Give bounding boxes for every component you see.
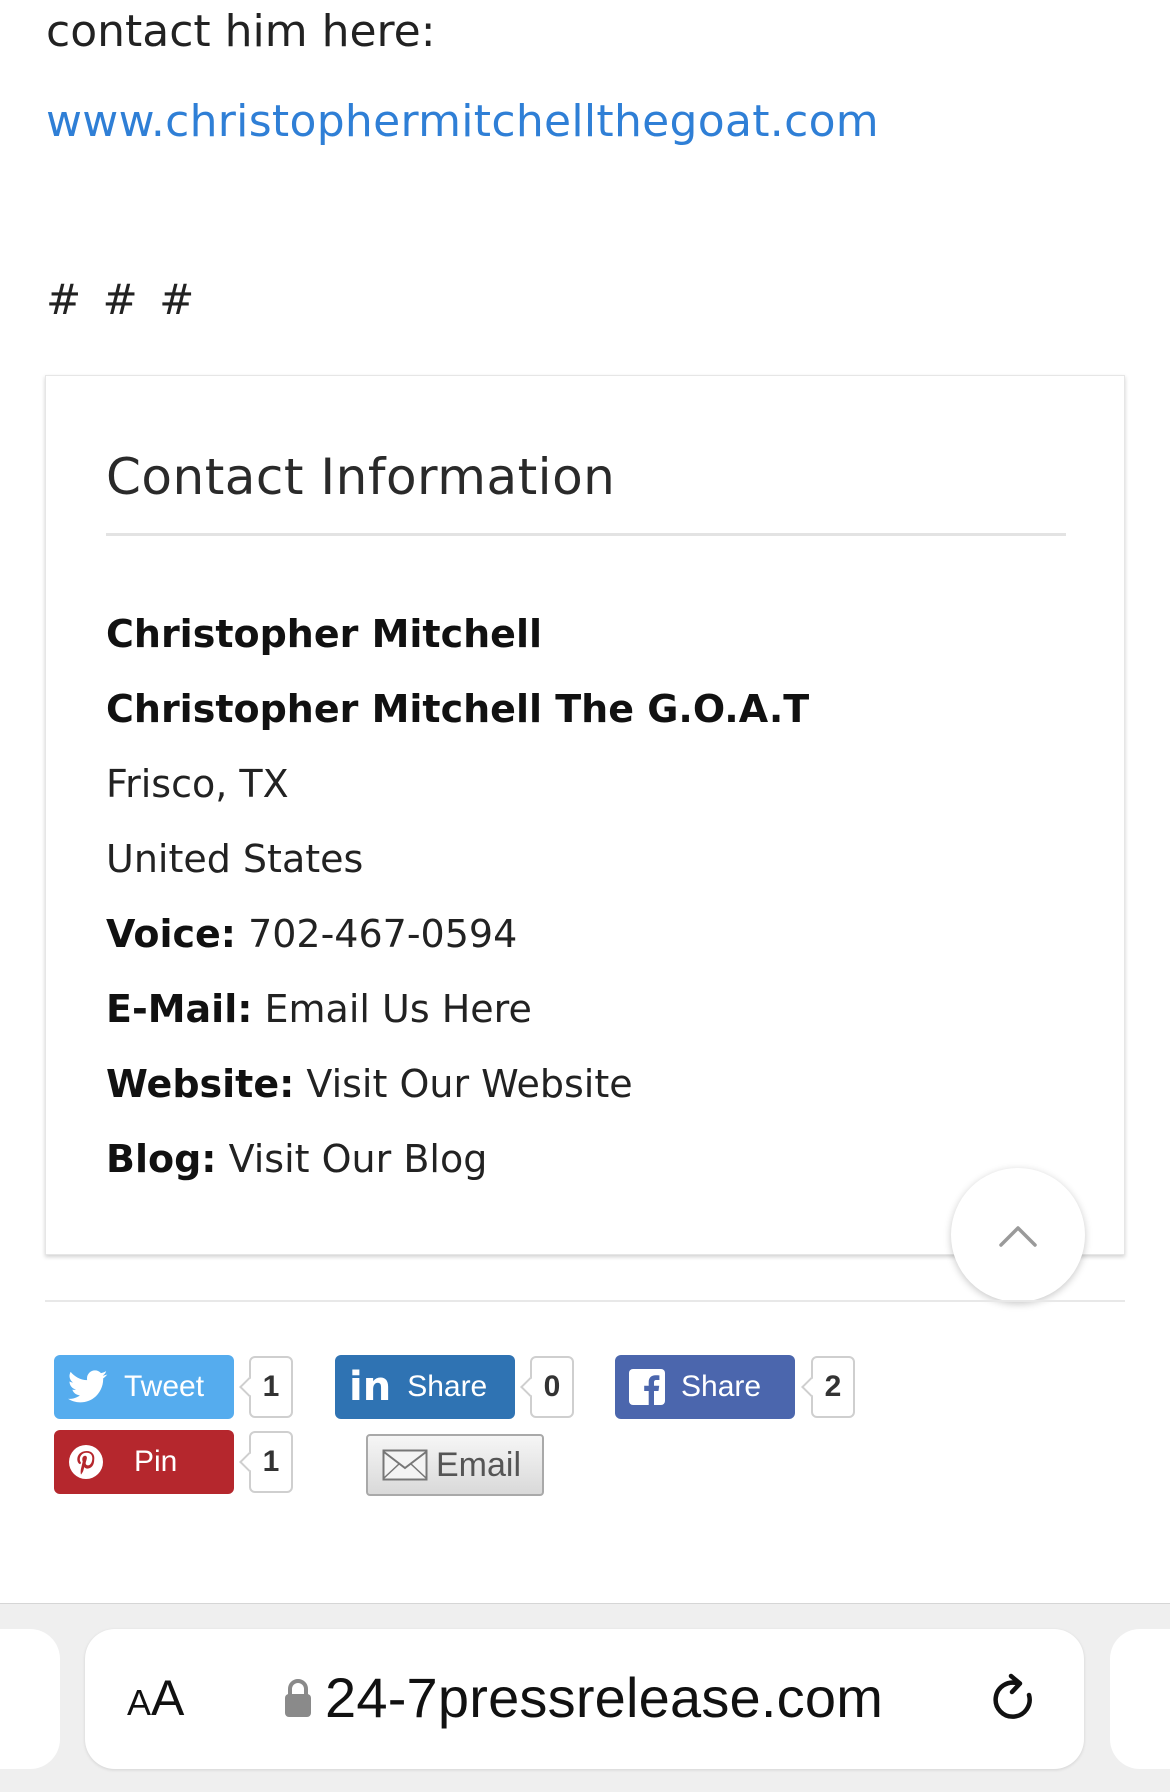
lock-icon <box>285 1678 311 1717</box>
browser-toolbar: AA 24-7pressrelease.com <box>0 1603 1170 1792</box>
linkedin-icon: in <box>349 1364 392 1410</box>
contact-title: Contact Information <box>106 448 616 506</box>
contact-voice: Voice: 702-467-0594 <box>106 909 517 959</box>
text-size-button[interactable]: AA <box>127 1669 184 1727</box>
contact-blog: Blog: Visit Our Blog <box>106 1134 487 1184</box>
twitter-bird-icon <box>68 1370 108 1403</box>
contact-name: Christopher Mitchell <box>106 612 542 656</box>
contact-card: Contact Information Christopher Mitchell… <box>45 375 1125 1255</box>
url-text: 24-7pressrelease.com <box>325 1666 884 1729</box>
email-share-label: Email <box>436 1445 522 1484</box>
email-label: E-Mail: <box>106 987 253 1031</box>
website-label: Website: <box>106 1062 295 1106</box>
share-divider <box>45 1300 1125 1302</box>
url-display[interactable]: 24-7pressrelease.com <box>283 1665 883 1730</box>
linkedin-count: 0 <box>530 1356 574 1418</box>
envelope-icon <box>382 1449 428 1481</box>
pin-label: Pin <box>134 1445 178 1478</box>
tweet-count: 1 <box>249 1356 293 1418</box>
contact-company: Christopher Mitchell The G.O.A.T <box>106 687 810 731</box>
pin-button[interactable]: Pin <box>54 1430 234 1494</box>
facebook-share-button[interactable]: Share <box>615 1355 795 1419</box>
facebook-share-label: Share <box>681 1370 762 1403</box>
email-share-button[interactable]: Email <box>366 1434 544 1496</box>
facebook-count: 2 <box>811 1356 855 1418</box>
title-divider <box>106 533 1066 536</box>
end-marks: # # # <box>46 275 199 324</box>
scroll-to-top-button[interactable] <box>951 1168 1085 1302</box>
pin-count: 1 <box>249 1431 293 1493</box>
website-visit-link[interactable]: Visit Our Website <box>306 1062 632 1106</box>
contact-email: E-Mail: Email Us Here <box>106 984 532 1034</box>
tweet-button[interactable]: Tweet <box>54 1355 234 1419</box>
facebook-icon <box>629 1369 665 1405</box>
blog-label: Blog: <box>106 1137 217 1181</box>
reload-icon <box>993 1673 1032 1719</box>
blog-link[interactable]: Visit Our Blog <box>229 1137 488 1181</box>
voice-value: 702-467-0594 <box>248 912 518 956</box>
intro-text: contact him here: <box>46 6 436 57</box>
page: contact him here: www.christophermitchel… <box>0 0 1170 1792</box>
linkedin-share-label: Share <box>407 1370 488 1403</box>
address-bar[interactable]: AA 24-7pressrelease.com <box>85 1629 1084 1769</box>
next-tab-preview[interactable] <box>1110 1629 1170 1769</box>
previous-tab-preview[interactable] <box>0 1629 60 1769</box>
contact-country: United States <box>106 837 364 881</box>
pinterest-icon <box>69 1445 103 1479</box>
email-link[interactable]: Email Us Here <box>265 987 532 1031</box>
chevron-up-icon <box>999 1226 1037 1247</box>
website-link[interactable]: www.christophermitchellthegoat.com <box>46 92 879 152</box>
reload-button[interactable] <box>985 1671 1041 1731</box>
voice-label: Voice: <box>106 912 236 956</box>
contact-city: Frisco, TX <box>106 762 289 806</box>
tweet-label: Tweet <box>124 1370 205 1403</box>
contact-website: Website: Visit Our Website <box>106 1059 633 1109</box>
linkedin-share-button[interactable]: in Share <box>335 1355 515 1419</box>
